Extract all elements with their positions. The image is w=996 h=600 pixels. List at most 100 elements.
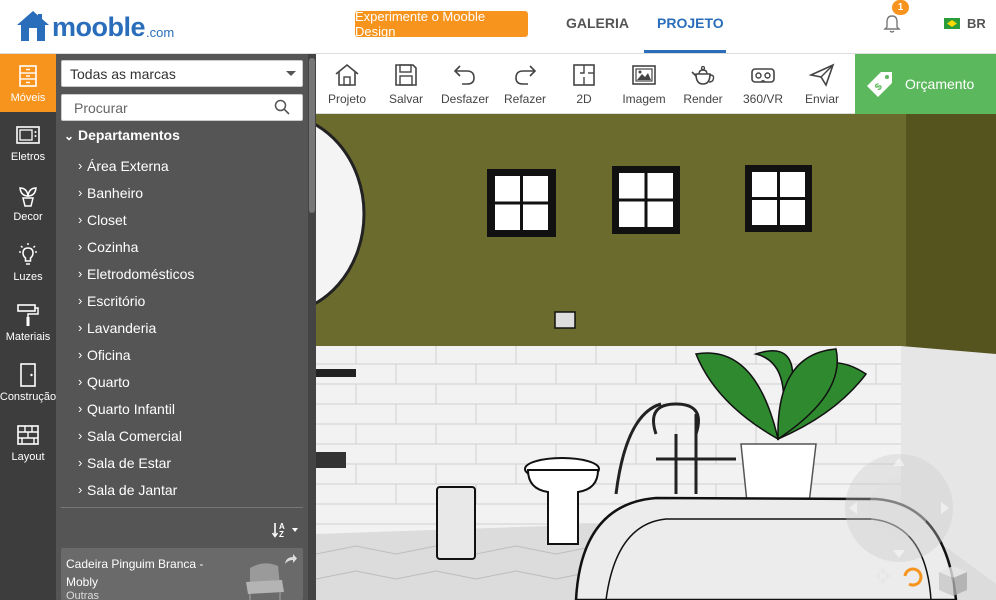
- toolbar-label: Imagem: [622, 92, 666, 106]
- logo[interactable]: mooble .com: [16, 8, 174, 42]
- save-icon: [395, 64, 417, 86]
- chevron-right-icon: ›: [78, 185, 83, 200]
- departments-header[interactable]: ⌄ Departamentos: [64, 127, 180, 143]
- sidebar-tool-construcao[interactable]: Construção: [0, 353, 56, 411]
- toolbar-desfazer-button[interactable]: Desfazer: [440, 54, 490, 114]
- orcamento-button[interactable]: $ Orçamento: [855, 54, 996, 114]
- toolbar-imagem-button[interactable]: Imagem: [620, 54, 668, 114]
- rotate-reset-icon: [903, 567, 923, 587]
- chevron-right-icon: ›: [78, 266, 83, 281]
- toolbar-label: Projeto: [327, 92, 367, 106]
- sidebar-tool-label: Construção: [0, 390, 57, 403]
- sort-az-icon[interactable]: A Z: [271, 521, 300, 539]
- product-brand: Outras: [66, 590, 100, 600]
- search-icon[interactable]: [274, 99, 290, 115]
- door-icon: [20, 362, 36, 387]
- category-item[interactable]: › Quarto Infantil: [78, 395, 194, 422]
- category-item[interactable]: › Área Externa: [78, 152, 194, 179]
- vr-headset-icon: [751, 68, 775, 83]
- bulb-icon: [19, 242, 37, 265]
- teapot-icon: [691, 65, 715, 85]
- sidebar-tool-label: Materiais: [5, 330, 51, 343]
- paint-roller-icon: [17, 303, 39, 326]
- category-item[interactable]: › Quarto: [78, 368, 194, 395]
- redo-icon: [515, 65, 537, 85]
- category-item[interactable]: › Escritório: [78, 287, 194, 314]
- category-label: Eletrodomésticos: [87, 265, 195, 282]
- home-icon: [335, 63, 359, 86]
- sidebar-tool-label: Layout: [11, 450, 45, 463]
- bell-icon[interactable]: [883, 14, 901, 34]
- svg-text:Z: Z: [279, 530, 284, 539]
- departments-label: Departamentos: [77, 127, 180, 143]
- category-item[interactable]: › Sala de Estar: [78, 449, 194, 476]
- nav-active-indicator: [644, 50, 726, 53]
- toolbar-label: Desfazer: [440, 92, 490, 106]
- category-item[interactable]: › Sala Comercial: [78, 422, 194, 449]
- brazil-flag-icon[interactable]: [944, 18, 960, 29]
- category-label: Escritório: [87, 292, 146, 309]
- category-label: Lavanderia: [87, 319, 157, 336]
- language-selector[interactable]: BR: [967, 16, 986, 31]
- search-input[interactable]: [61, 94, 303, 121]
- toolbar-2d-button[interactable]: 2D: [566, 54, 602, 114]
- logo-suffix: .com: [146, 25, 175, 40]
- toolbar-refazer-button[interactable]: Refazer: [502, 54, 548, 114]
- panel-divider: [61, 507, 303, 508]
- catalog-scrollbar-thumb[interactable]: [309, 58, 315, 213]
- sidebar-tool-decor[interactable]: Decor: [0, 173, 56, 231]
- toolbar-projeto-button[interactable]: Projeto: [324, 54, 370, 114]
- sidebar-tool-moveis[interactable]: Móveis: [0, 54, 56, 112]
- furniture-icon: [19, 64, 37, 87]
- category-item[interactable]: › Closet: [78, 206, 194, 233]
- orbit-navigation-control[interactable]: [843, 452, 955, 564]
- toolbar-label: 360/VR: [742, 92, 784, 106]
- chevron-right-icon: ›: [78, 347, 83, 362]
- category-label: Closet: [87, 211, 127, 228]
- house-logo-icon: [16, 10, 50, 42]
- sidebar-tool-label: Luzes: [13, 270, 43, 283]
- promo-button[interactable]: Experimente o Mooble Design: [355, 9, 528, 39]
- category-item[interactable]: › Sala de Jantar: [78, 476, 194, 503]
- toolbar-render-button[interactable]: Render: [682, 54, 724, 114]
- chevron-right-icon: ›: [78, 455, 83, 470]
- logo-text: mooble: [52, 12, 146, 42]
- nav-galeria[interactable]: GALERIA: [566, 15, 629, 31]
- toolbar-360vr-button[interactable]: 360/VR: [740, 54, 786, 114]
- category-label: Sala Comercial: [87, 427, 182, 444]
- sidebar-tool-eletros[interactable]: Eletros: [0, 113, 56, 171]
- floorplan-icon: [573, 64, 595, 86]
- sidebar-tool-label: Móveis: [10, 91, 46, 104]
- brand-select[interactable]: Todas as marcas: [61, 60, 303, 87]
- toolbar-salvar-button[interactable]: Salvar: [384, 54, 428, 114]
- sidebar-tool-label: Eletros: [10, 150, 46, 163]
- category-item[interactable]: › Oficina: [78, 341, 194, 368]
- sidebar-tool-luzes[interactable]: Luzes: [0, 233, 56, 291]
- sidebar-tool-materiais[interactable]: Materiais: [0, 293, 56, 351]
- category-item[interactable]: › Eletrodomésticos: [78, 260, 194, 287]
- brick-wall-icon: [17, 424, 39, 445]
- category-label: Área Externa: [87, 157, 169, 174]
- category-item[interactable]: › Lavanderia: [78, 314, 194, 341]
- sidebar-tool-label: Decor: [13, 210, 43, 223]
- category-item[interactable]: › Banheiro: [78, 179, 194, 206]
- chevron-right-icon: ›: [78, 239, 83, 254]
- share-arrow-icon[interactable]: [284, 552, 298, 564]
- chevron-right-icon: ›: [78, 401, 83, 416]
- toolbar-enviar-button[interactable]: Enviar: [802, 54, 842, 114]
- category-label: Sala de Estar: [87, 454, 172, 471]
- view-controls[interactable]: [873, 562, 973, 598]
- category-label: Cozinha: [87, 238, 139, 255]
- category-label: Quarto Infantil: [87, 400, 175, 417]
- sidebar-tool-layout[interactable]: Layout: [0, 413, 56, 471]
- chevron-right-icon: ›: [78, 158, 83, 173]
- microwave-icon: [16, 125, 40, 144]
- category-item[interactable]: › Cozinha: [78, 233, 194, 260]
- toolbar-label: Render: [683, 92, 723, 106]
- product-name: Cadeira Pinguim Branca - Mobly: [66, 557, 204, 589]
- zoom-slider[interactable]: [956, 458, 980, 558]
- category-label: Banheiro: [87, 184, 144, 201]
- chevron-right-icon: ›: [78, 212, 83, 227]
- nav-projeto[interactable]: PROJETO: [657, 15, 724, 31]
- toolbar-label: Salvar: [388, 92, 423, 106]
